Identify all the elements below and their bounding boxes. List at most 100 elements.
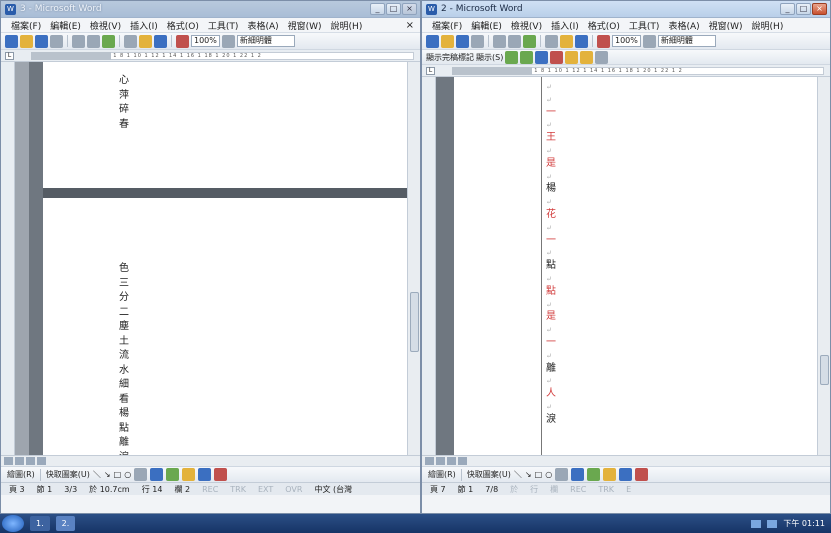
maximize-button[interactable]: □	[386, 3, 401, 15]
menu-insert[interactable]: 插入(I)	[130, 19, 158, 32]
menu-window[interactable]: 視窗(W)	[709, 19, 743, 32]
close-button[interactable]: ×	[812, 3, 827, 15]
autoshapes-menu[interactable]: 快取圖案(U)	[46, 469, 90, 480]
web-view-icon[interactable]	[436, 457, 445, 465]
outline-view-icon[interactable]	[37, 457, 46, 465]
clipart-icon[interactable]	[166, 468, 180, 481]
menu-edit[interactable]: 編輯(E)	[50, 19, 81, 32]
word-app-icon[interactable]: W	[5, 3, 16, 15]
cut-icon[interactable]	[545, 34, 558, 48]
print-icon[interactable]	[72, 34, 85, 48]
oval-icon[interactable]: ○	[124, 470, 131, 479]
menu-help[interactable]: 說明(H)	[752, 19, 784, 32]
permission-icon[interactable]	[471, 34, 484, 48]
vertical-scrollbar[interactable]	[407, 62, 420, 455]
wordart-icon[interactable]	[571, 468, 585, 481]
arrow-icon[interactable]: ↘	[104, 470, 111, 479]
word-window-left[interactable]: W 3 - Microsoft Word _ □ × 檔案(F) 編輯(E) 檢…	[0, 0, 421, 514]
font-select[interactable]: 新細明體	[657, 35, 716, 47]
font-color-icon[interactable]	[214, 468, 228, 481]
paste-icon[interactable]	[139, 34, 152, 48]
title-bar[interactable]: W 2 - Microsoft Word _ □ ×	[422, 1, 830, 18]
rectangle-icon[interactable]: □	[114, 470, 122, 479]
menu-view[interactable]: 檢視(V)	[511, 19, 542, 32]
draw-menu[interactable]: 繪圖(R)	[7, 469, 35, 480]
status-ovr[interactable]: OVR	[285, 485, 302, 494]
start-button[interactable]	[2, 515, 24, 532]
print-view-icon[interactable]	[447, 457, 456, 465]
cut-icon[interactable]	[124, 34, 137, 48]
page-7[interactable]	[454, 77, 819, 455]
menu-tools[interactable]: 工具(T)	[629, 19, 660, 32]
zoom-select[interactable]: 100%	[191, 35, 220, 47]
next-change-icon[interactable]	[520, 50, 534, 64]
status-trk[interactable]: TRK	[230, 485, 246, 494]
reject-change-icon[interactable]	[550, 50, 564, 64]
oval-icon[interactable]: ○	[545, 470, 552, 479]
line-icon[interactable]: ＼	[93, 469, 101, 480]
open-folder-icon[interactable]	[441, 34, 454, 48]
menu-table[interactable]: 表格(A)	[668, 19, 699, 32]
line-icon[interactable]: ＼	[514, 469, 522, 480]
status-rec[interactable]: REC	[570, 485, 586, 494]
spelling-icon[interactable]	[102, 34, 115, 48]
spelling-icon[interactable]	[523, 34, 536, 48]
print-icon[interactable]	[493, 34, 506, 48]
menu-edit[interactable]: 編輯(E)	[471, 19, 502, 32]
hyperlink-icon[interactable]	[597, 34, 610, 48]
save-icon[interactable]	[35, 34, 48, 48]
previous-change-icon[interactable]	[505, 50, 519, 64]
network-icon[interactable]	[751, 519, 762, 528]
normal-view-icon[interactable]	[4, 457, 13, 465]
help-icon[interactable]	[221, 34, 235, 48]
menu-view[interactable]: 檢視(V)	[90, 19, 121, 32]
paste-icon[interactable]	[560, 34, 573, 48]
font-color-icon[interactable]	[635, 468, 649, 481]
taskbar-item-word-2[interactable]: 2.	[55, 516, 76, 531]
accept-change-icon[interactable]	[535, 50, 549, 64]
word-app-icon[interactable]: W	[426, 3, 437, 15]
save-icon[interactable]	[456, 34, 469, 48]
word-window-right[interactable]: W 2 - Microsoft Word _ □ × 檔案(F) 編輯(E) 檢…	[421, 0, 831, 514]
status-ext[interactable]: EXT	[258, 485, 273, 494]
line-color-icon[interactable]	[619, 468, 633, 481]
print-preview-icon[interactable]	[87, 34, 100, 48]
document-area[interactable]: ↵ ↵ 一 ↵ 王 ↵ 是 ↵ 楊 ↵ 花 ↵ 一 ↵ 點 ↵ 點 ↵ 是 ↵ 一 ↵ 離 ↵ 人 ↵ 淚	[422, 77, 830, 455]
title-bar[interactable]: W 3 - Microsoft Word _ □ ×	[1, 1, 420, 18]
clipart-icon[interactable]	[587, 468, 601, 481]
page2-vertical-text[interactable]: 色 三 分 二 塵 土 流 水 細 看 楊 點 離 淚	[119, 262, 129, 465]
menu-insert[interactable]: 插入(I)	[551, 19, 579, 32]
wordart-icon[interactable]	[150, 468, 164, 481]
tab-selector-icon[interactable]: L	[426, 67, 435, 75]
horizontal-scrollbar[interactable]	[422, 455, 830, 466]
insert-comment-icon[interactable]	[565, 50, 579, 64]
vertical-ruler[interactable]	[422, 77, 436, 455]
permission-icon[interactable]	[50, 34, 63, 48]
highlight-icon[interactable]	[580, 50, 594, 64]
menu-window[interactable]: 視窗(W)	[288, 19, 322, 32]
fill-color-icon[interactable]	[182, 468, 196, 481]
menu-table[interactable]: 表格(A)	[247, 19, 278, 32]
close-button[interactable]: ×	[402, 3, 417, 15]
scrollbar-thumb[interactable]	[820, 355, 829, 385]
menu-help[interactable]: 說明(H)	[331, 19, 363, 32]
status-ext[interactable]: E	[626, 485, 631, 494]
page1-vertical-text[interactable]: 心 萍 碎 春	[119, 74, 129, 132]
status-rec[interactable]: REC	[202, 485, 218, 494]
maximize-button[interactable]: □	[796, 3, 811, 15]
new-document-icon[interactable]	[426, 34, 439, 48]
menu-tools[interactable]: 工具(T)	[208, 19, 239, 32]
font-select[interactable]: 新細明體	[236, 35, 295, 47]
hyperlink-icon[interactable]	[176, 34, 189, 48]
arrow-icon[interactable]: ↘	[525, 470, 532, 479]
print-view-icon[interactable]	[26, 457, 35, 465]
fill-color-icon[interactable]	[603, 468, 617, 481]
textbox-icon[interactable]	[134, 468, 148, 481]
minimize-button[interactable]: _	[780, 3, 795, 15]
undo-icon[interactable]	[154, 34, 167, 48]
status-trk[interactable]: TRK	[598, 485, 614, 494]
zoom-select[interactable]: 100%	[612, 35, 641, 47]
menu-file[interactable]: 檔案(F)	[11, 19, 41, 32]
volume-icon[interactable]	[767, 519, 778, 528]
reviewing-pane-icon[interactable]	[595, 50, 609, 64]
